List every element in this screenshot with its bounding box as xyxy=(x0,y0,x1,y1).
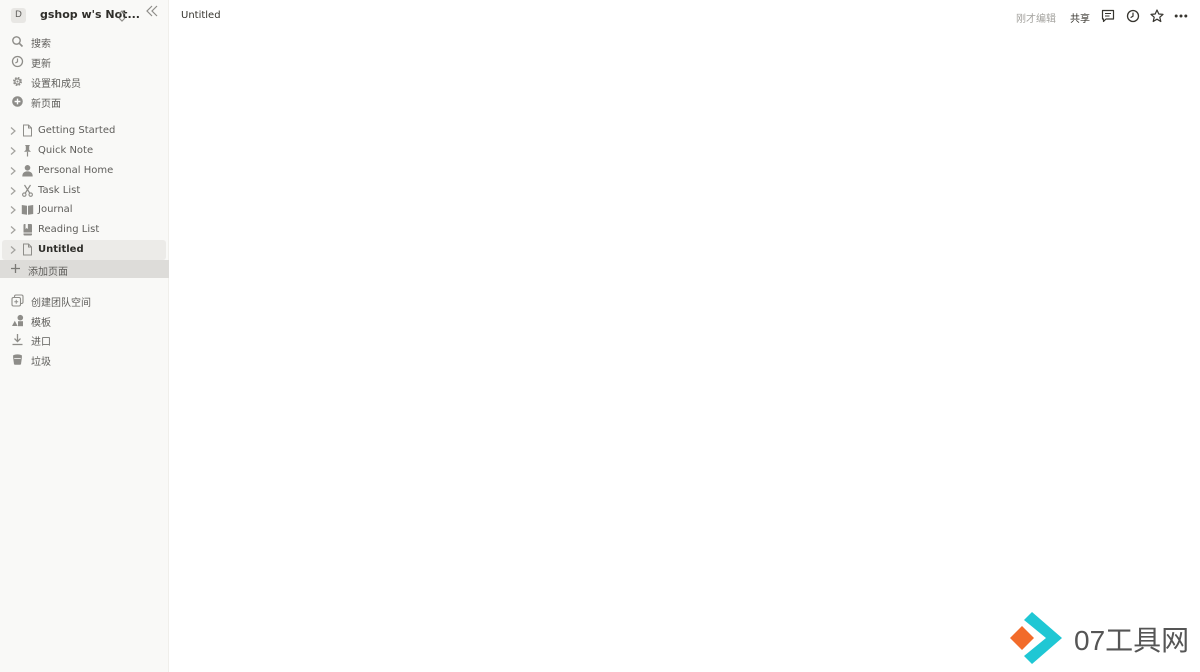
page-item-quick-note[interactable]: Quick Note xyxy=(2,141,166,161)
page-content[interactable] xyxy=(169,32,1200,672)
comment-icon[interactable] xyxy=(1101,9,1115,23)
page-item-label: Untitled xyxy=(38,244,84,255)
nav-templates-label: 模板 xyxy=(31,318,51,329)
plus-icon xyxy=(11,264,20,273)
person-icon xyxy=(22,165,33,177)
nav-settings[interactable]: 设置和成员 xyxy=(0,72,169,92)
app-window: D gshop w's Not... 搜索 更新 设置和成员 新页面 Getti… xyxy=(0,0,1200,672)
page-icon xyxy=(23,124,32,137)
gear-icon xyxy=(12,76,23,87)
topbar: Untitled 刚才编辑 共享 xyxy=(169,0,1200,32)
page-item-reading-list[interactable]: Reading List xyxy=(2,220,166,240)
book-icon xyxy=(21,205,34,215)
collapse-sidebar-icon[interactable] xyxy=(145,4,159,18)
share-button[interactable]: 共享 xyxy=(1070,10,1090,25)
plus-circle-icon xyxy=(12,96,23,107)
workspace-avatar: D xyxy=(11,8,26,23)
page-icon xyxy=(23,243,32,256)
page-item-task-list[interactable]: Task List xyxy=(2,181,166,201)
pin-icon xyxy=(24,145,31,157)
watermark-logo: 07工具网 xyxy=(1008,610,1200,668)
nav-trash[interactable]: 垃圾 xyxy=(0,350,169,370)
page-item-personal-home[interactable]: Personal Home xyxy=(2,161,166,181)
watermark-logo-icon xyxy=(1010,612,1062,664)
nav-updates-label: 更新 xyxy=(31,59,51,70)
nav-templates[interactable]: 模板 xyxy=(0,311,169,331)
history-clock-icon[interactable] xyxy=(1126,9,1140,23)
chevron-right-icon[interactable] xyxy=(9,205,17,215)
nav-create-teamspace[interactable]: 创建团队空间 xyxy=(0,291,169,311)
star-icon[interactable] xyxy=(1150,9,1164,23)
download-icon xyxy=(12,334,23,346)
chevron-right-icon[interactable] xyxy=(9,166,17,176)
page-item-label: Quick Note xyxy=(38,145,94,156)
breadcrumb-page-title[interactable]: Untitled xyxy=(181,10,221,21)
chevron-right-icon[interactable] xyxy=(9,146,17,156)
nav-search-label: 搜索 xyxy=(31,39,51,50)
page-item-label: Journal xyxy=(38,204,73,215)
add-page-label: 添加页面 xyxy=(28,267,68,278)
shapes-icon xyxy=(12,314,24,327)
nav-import-label: 进口 xyxy=(31,337,51,348)
more-icon[interactable] xyxy=(1174,9,1188,23)
chevron-right-icon[interactable] xyxy=(9,126,17,136)
nav-trash-label: 垃圾 xyxy=(31,357,51,368)
page-item-untitled[interactable]: Untitled xyxy=(2,240,166,260)
trash-icon xyxy=(12,354,23,365)
add-page-button[interactable]: 添加页面 xyxy=(0,260,169,278)
bookmark-book-icon xyxy=(23,224,32,236)
scissors-icon xyxy=(22,184,33,197)
page-item-label: Task List xyxy=(38,185,81,196)
chevron-right-icon[interactable] xyxy=(9,245,17,255)
nav-new-page-label: 新页面 xyxy=(31,99,61,110)
nav-updates[interactable]: 更新 xyxy=(0,52,169,72)
teamspace-icon xyxy=(11,294,24,307)
watermark-text: 07工具网 xyxy=(1074,625,1190,656)
nav-settings-label: 设置和成员 xyxy=(31,79,81,90)
page-item-getting-started[interactable]: Getting Started xyxy=(2,121,166,141)
page-item-label: Reading List xyxy=(38,224,100,235)
nav-create-teamspace-label: 创建团队空间 xyxy=(31,298,91,309)
nav-new-page[interactable]: 新页面 xyxy=(0,92,169,112)
page-item-label: Personal Home xyxy=(38,165,114,176)
page-item-journal[interactable]: Journal xyxy=(2,200,166,220)
search-icon xyxy=(12,36,24,48)
sidebar: D gshop w's Not... 搜索 更新 设置和成员 新页面 Getti… xyxy=(0,0,169,672)
clock-icon xyxy=(11,55,24,68)
chevron-right-icon[interactable] xyxy=(9,186,17,196)
nav-search[interactable]: 搜索 xyxy=(0,32,169,52)
last-edited-label: 刚才编辑 xyxy=(1016,14,1056,25)
workspace-switcher[interactable]: D gshop w's Not... xyxy=(0,5,169,27)
chevron-right-icon[interactable] xyxy=(9,225,17,235)
chevron-updown-icon xyxy=(118,10,126,22)
page-item-label: Getting Started xyxy=(38,125,116,136)
nav-import[interactable]: 进口 xyxy=(0,330,169,350)
